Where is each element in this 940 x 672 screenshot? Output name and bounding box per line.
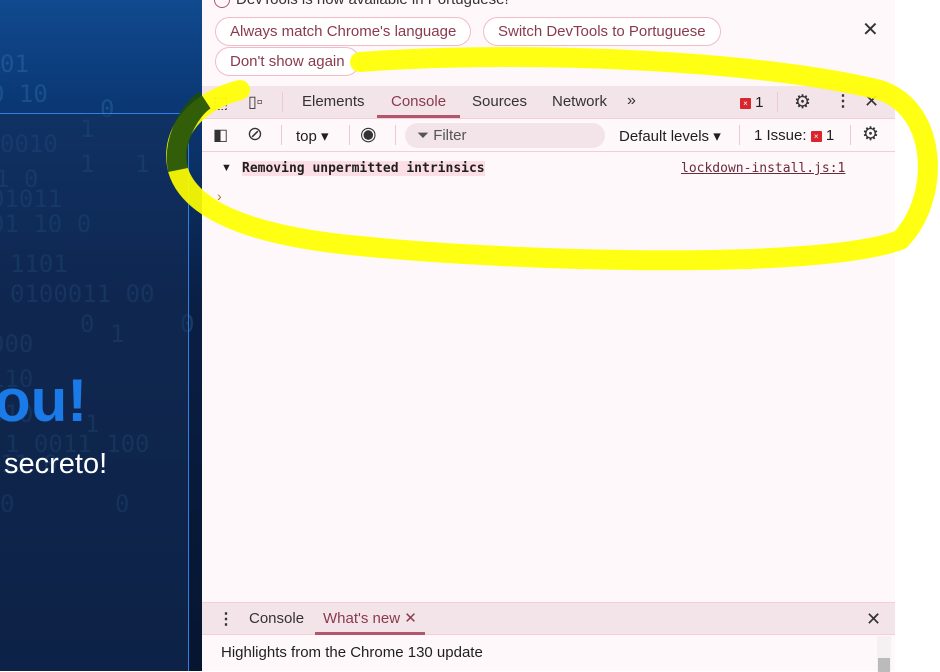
context-selector[interactable]: top ▾ xyxy=(296,127,329,145)
close-devtools-icon[interactable]: ✕ xyxy=(864,91,879,112)
whats-new-heading: Highlights from the Chrome 130 update xyxy=(221,644,483,661)
error-counter[interactable]: × 1 xyxy=(740,94,764,111)
scrollbar[interactable] xyxy=(877,636,891,672)
devtools-panel: DevTools is now available in Portuguese!… xyxy=(202,0,895,672)
tab-console[interactable]: Console xyxy=(377,86,461,118)
console-message[interactable]: ▼ Removing unpermitted intrinsics lockdo… xyxy=(202,153,895,183)
more-tabs-icon[interactable]: » xyxy=(627,92,636,110)
log-levels-dropdown[interactable]: Default levels ▾ xyxy=(619,127,721,145)
close-infobar-icon[interactable]: ✕ xyxy=(862,17,879,42)
web-page-background: 010 10010010111 00101101 10 011010100011… xyxy=(0,0,202,671)
always-match-language-button[interactable]: Always match Chrome's language xyxy=(215,17,472,46)
drawer-menu-icon[interactable]: ⋮ xyxy=(218,609,234,629)
issues-button[interactable]: 1 Issue: × 1 xyxy=(754,127,834,144)
page-headline: ou! xyxy=(0,367,88,434)
binary-decoration: 0 10 xyxy=(0,80,48,108)
error-icon: × xyxy=(740,97,751,109)
more-options-icon[interactable]: ⋮ xyxy=(835,91,851,111)
tab-sources[interactable]: Sources xyxy=(472,86,527,118)
switch-to-portuguese-button[interactable]: Switch DevTools to Portuguese xyxy=(483,17,721,46)
console-settings-icon[interactable]: ⚙ xyxy=(862,123,879,146)
console-prompt-icon[interactable]: › xyxy=(217,188,222,204)
source-link[interactable]: lockdown-install.js:1 xyxy=(681,161,845,176)
tab-network[interactable]: Network xyxy=(552,86,607,118)
drawer-tab-console[interactable]: Console xyxy=(249,603,304,635)
console-toolbar: ◧ ⊘ top ▾ ◉ ⏷ Filter Default levels ▾ 1 … xyxy=(202,119,895,152)
filter-icon: ⏷ xyxy=(417,127,430,144)
page-subtitle: secreto! xyxy=(4,448,108,480)
tab-elements[interactable]: Elements xyxy=(302,86,365,118)
drawer-tab-whats-new[interactable]: What's new ✕ xyxy=(315,603,425,635)
settings-gear-icon[interactable]: ⚙ xyxy=(794,91,811,114)
close-tab-icon[interactable]: ✕ xyxy=(404,610,417,627)
expand-triangle-icon[interactable]: ▼ xyxy=(221,162,232,174)
close-drawer-icon[interactable]: ✕ xyxy=(866,609,881,630)
issue-icon: × xyxy=(810,130,822,142)
info-icon xyxy=(214,0,230,9)
filter-input[interactable]: ⏷ Filter xyxy=(405,123,605,148)
inspect-element-icon[interactable]: ⬚ xyxy=(213,93,228,113)
sidebar-toggle-icon[interactable]: ◧ xyxy=(213,125,228,145)
binary-decoration: 01 xyxy=(0,50,29,78)
device-toolbar-icon[interactable]: ▯▫ xyxy=(248,92,262,112)
dont-show-again-button[interactable]: Don't show again xyxy=(215,47,360,76)
live-expression-eye-icon[interactable]: ◉ xyxy=(360,123,377,146)
language-infobar: DevTools is now available in Portuguese!… xyxy=(202,0,895,86)
main-toolbar: ⬚ ▯▫ Elements Console Sources Network » … xyxy=(202,86,895,119)
infobar-message: DevTools is now available in Portuguese! xyxy=(214,0,509,9)
clear-console-icon[interactable]: ⊘ xyxy=(247,123,263,146)
drawer-toolbar: ⋮ Console What's new ✕ ✕ xyxy=(202,602,895,635)
